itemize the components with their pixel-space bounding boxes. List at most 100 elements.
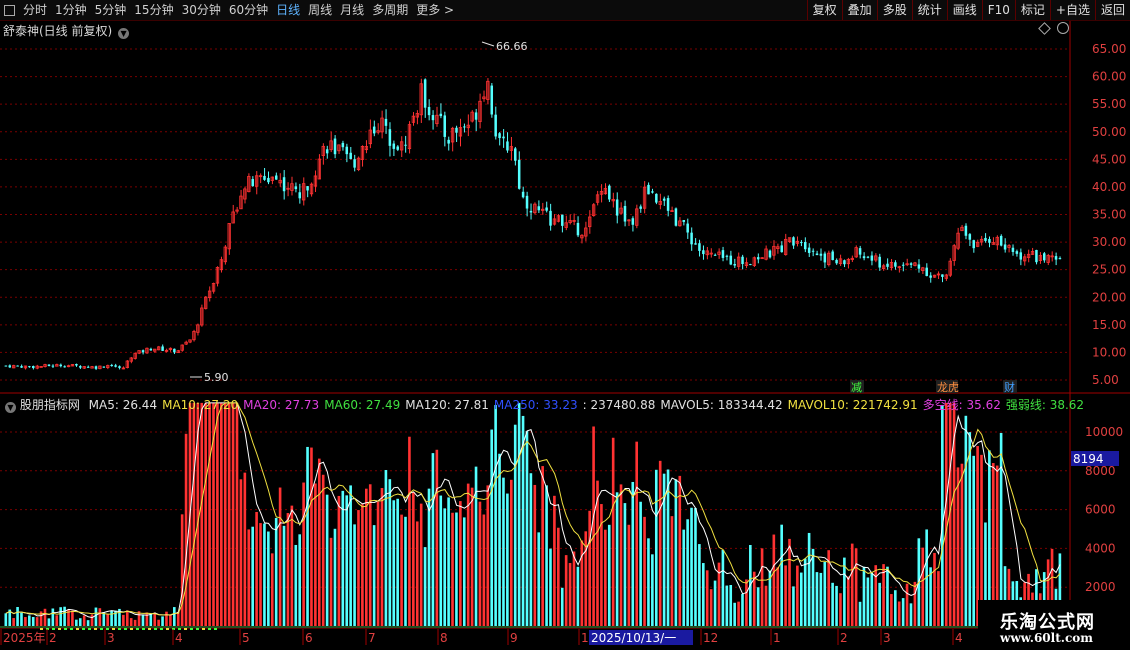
kline-chart[interactable]: 65.0060.0055.0050.0045.0040.0035.0030.00… bbox=[0, 0, 1130, 650]
volume-bar bbox=[125, 610, 129, 626]
volume-bar bbox=[513, 424, 517, 626]
volume-bar bbox=[760, 548, 764, 626]
volume-bar bbox=[247, 529, 251, 626]
price-tick-label: 60.00 bbox=[1092, 70, 1126, 84]
volume-bar bbox=[435, 449, 439, 626]
volume-bar bbox=[799, 572, 803, 626]
tab-7[interactable]: 周线 bbox=[304, 0, 336, 20]
toolbar-button-1[interactable]: 叠加 bbox=[841, 0, 877, 20]
candle-body bbox=[549, 210, 552, 226]
volume-bar bbox=[772, 534, 776, 626]
volume-tick-label: 4000 bbox=[1085, 541, 1116, 555]
volume-bar bbox=[572, 551, 576, 626]
candle-body bbox=[251, 179, 254, 186]
candle-body bbox=[404, 144, 407, 146]
x-axis-label: 2025年 bbox=[3, 631, 46, 645]
volume-bar bbox=[635, 441, 638, 626]
settings-circle-icon[interactable] bbox=[1057, 22, 1069, 34]
chart-title[interactable]: 舒泰神(日线 前复权) ▼ bbox=[3, 22, 130, 39]
candle-body bbox=[173, 348, 176, 353]
volume-bar bbox=[365, 488, 368, 626]
toolbar-button-6[interactable]: 标记 bbox=[1014, 0, 1050, 20]
candle-body bbox=[792, 237, 795, 246]
volume-bar bbox=[870, 572, 874, 626]
volume-bar bbox=[337, 495, 341, 626]
tab-1[interactable]: 1分钟 bbox=[51, 0, 91, 20]
candle-body bbox=[431, 115, 435, 121]
candle-body bbox=[858, 248, 862, 255]
candle-body bbox=[713, 254, 717, 256]
volume-bar bbox=[78, 618, 82, 626]
tab-10[interactable]: 更多 > bbox=[412, 0, 458, 20]
candle-body bbox=[392, 143, 396, 149]
candle-body bbox=[517, 159, 521, 189]
toolbar-button-8[interactable]: 返回 bbox=[1094, 0, 1130, 20]
volume-bar bbox=[553, 495, 556, 626]
indicator-legend[interactable]: ▼ 股朋指标网 MA5: 26.44 MA10: 27.20 MA20: 27.73… bbox=[3, 396, 1084, 413]
candle-body bbox=[729, 255, 733, 265]
event-marker-0: 减 bbox=[851, 381, 862, 394]
volume-bar bbox=[24, 617, 27, 626]
candle-body bbox=[47, 364, 51, 366]
candle-body bbox=[353, 159, 356, 168]
volume-bar bbox=[494, 405, 497, 626]
volume-bar bbox=[737, 601, 740, 626]
x-axis-label: 9 bbox=[510, 631, 518, 645]
candle-body bbox=[666, 198, 670, 211]
tab-6[interactable]: 日线 bbox=[272, 0, 304, 20]
candle-body bbox=[623, 205, 627, 222]
indicator-value-10: 强弱线: 38.62 bbox=[1005, 398, 1085, 412]
toolbar-button-0[interactable]: 复权 bbox=[806, 0, 842, 20]
candle-body bbox=[901, 264, 905, 266]
volume-bar bbox=[944, 402, 948, 626]
volume-bar bbox=[235, 402, 239, 626]
candle-body bbox=[110, 365, 113, 367]
toolbar-button-3[interactable]: 统计 bbox=[911, 0, 947, 20]
tab-4[interactable]: 30分钟 bbox=[178, 0, 225, 20]
candle-body bbox=[267, 177, 270, 183]
chevron-down-icon[interactable]: ▼ bbox=[5, 402, 16, 413]
tab-2[interactable]: 5分钟 bbox=[91, 0, 131, 20]
toolbar-button-4[interactable]: 画线 bbox=[946, 0, 982, 20]
candle-body bbox=[768, 250, 772, 258]
toolbar-button-7[interactable]: +自选 bbox=[1049, 0, 1095, 20]
tab-0[interactable]: 分时 bbox=[19, 0, 51, 20]
volume-bar bbox=[651, 554, 654, 626]
candle-body bbox=[741, 256, 744, 265]
tab-3[interactable]: 15分钟 bbox=[130, 0, 177, 20]
volume-bar bbox=[533, 484, 537, 626]
tab-5[interactable]: 60分钟 bbox=[225, 0, 272, 20]
volume-bar bbox=[447, 497, 450, 626]
candle-body bbox=[4, 365, 8, 367]
x-axis-label: 5 bbox=[242, 631, 250, 645]
volume-bar bbox=[278, 487, 282, 626]
chevron-down-icon[interactable]: ▼ bbox=[118, 28, 130, 39]
event-marker-1: 龙虎 bbox=[937, 381, 959, 394]
volume-bar bbox=[169, 614, 172, 626]
volume-bar bbox=[886, 566, 889, 626]
toolbar-button-5[interactable]: F10 bbox=[981, 0, 1015, 20]
volume-bar bbox=[796, 565, 799, 626]
candle-body bbox=[690, 232, 693, 245]
volume-bar bbox=[909, 603, 913, 626]
volume-bar bbox=[333, 528, 337, 626]
price-tick-label: 20.00 bbox=[1092, 290, 1126, 304]
volume-bar bbox=[439, 495, 443, 626]
volume-bar bbox=[658, 460, 662, 626]
volume-bar bbox=[756, 587, 760, 626]
toolbar-button-2[interactable]: 多股 bbox=[876, 0, 912, 20]
volume-bar bbox=[901, 598, 905, 626]
candle-body bbox=[631, 218, 635, 225]
volume-bar bbox=[223, 402, 227, 626]
volume-bar bbox=[557, 527, 560, 626]
tab-9[interactable]: 多周期 bbox=[368, 0, 412, 20]
menu-icon[interactable] bbox=[4, 4, 15, 16]
volume-bar bbox=[372, 525, 376, 626]
volume-bar bbox=[314, 483, 317, 626]
volume-bar bbox=[423, 547, 427, 626]
volume-bar bbox=[176, 611, 180, 626]
volume-bar bbox=[388, 479, 392, 626]
volume-bar bbox=[846, 576, 850, 626]
tab-8[interactable]: 月线 bbox=[336, 0, 368, 20]
candle-body bbox=[894, 262, 897, 267]
